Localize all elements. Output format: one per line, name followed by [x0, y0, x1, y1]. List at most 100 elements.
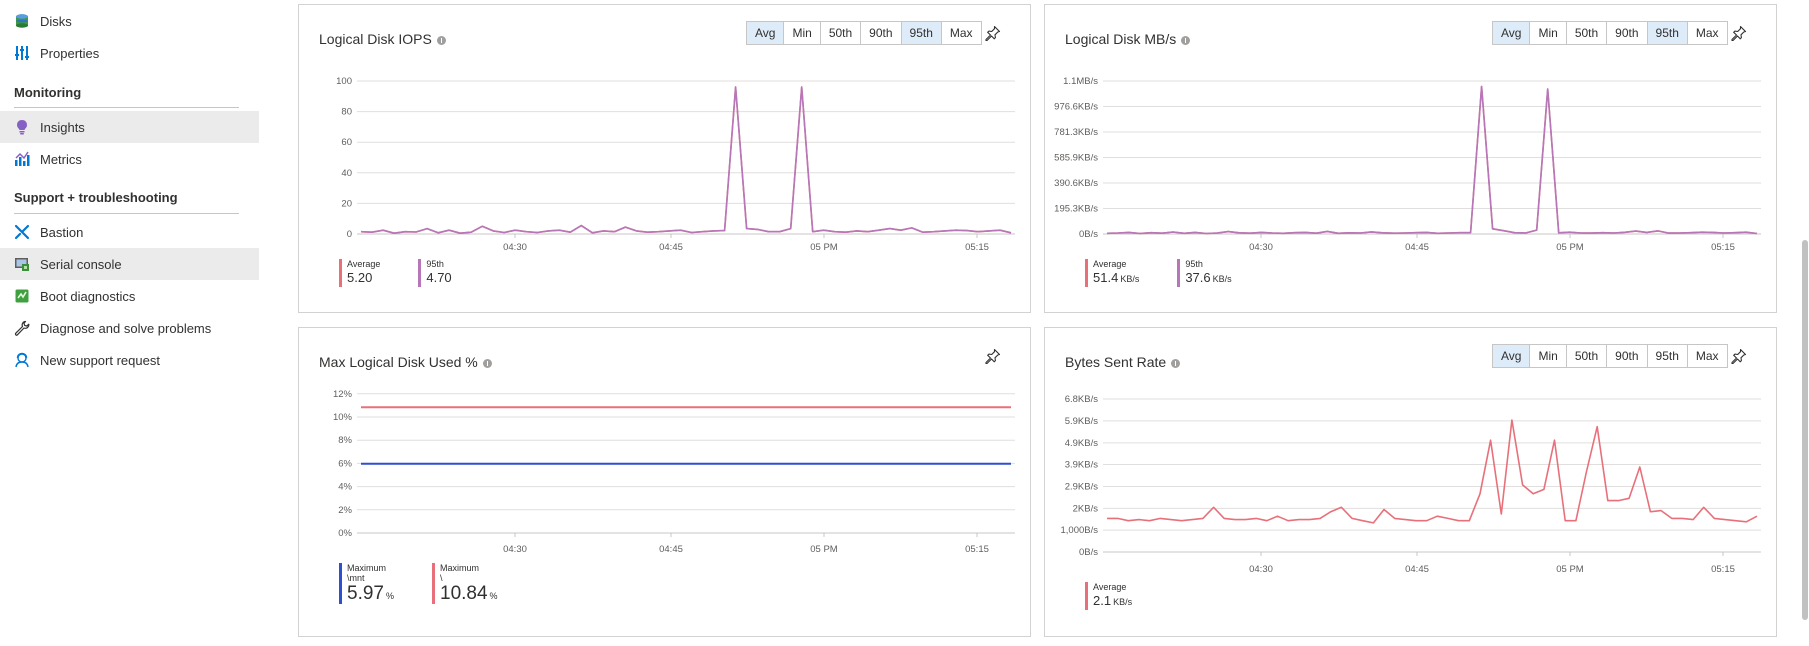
resource-menu-sidebar: Disks Properties Monitoring Insights Met… — [0, 0, 260, 646]
sidebar-item-properties[interactable]: Properties — [0, 37, 259, 69]
bastion-icon — [14, 224, 30, 240]
series-line-95th[interactable] — [1106, 85, 1758, 235]
sidebar-item-label: Diagnose and solve problems — [40, 320, 212, 336]
chart-legend: Average 5.20 95th 4.70 — [339, 259, 490, 287]
panel-logical-disk-iops: Logical Disk IOPS Avg Min 50th 90th 95th Max … — [298, 4, 1031, 313]
sidebar-item-diagnose-and-solve[interactable]: Diagnose and solve problems — [0, 312, 259, 344]
y-tick-label: 2% — [338, 505, 352, 516]
y-tick-label: 1.1MB/s — [1063, 76, 1098, 87]
legend-series-name: 95th — [1185, 259, 1203, 269]
sidebar-item-label: New support request — [40, 352, 160, 368]
y-tick-label: 12% — [333, 389, 353, 400]
y-tick-label: 3.9KB/s — [1065, 460, 1099, 471]
legend-series-instance: \mnt — [347, 573, 365, 583]
x-tick-label: 04:45 — [1405, 242, 1429, 253]
series-line-average[interactable] — [360, 86, 1012, 234]
legend-value: 5.97 — [347, 583, 384, 604]
legend-unit: KB/s — [1120, 274, 1140, 284]
legend-item[interactable]: Maximum \ 10.84% — [432, 563, 498, 604]
y-tick-label: 2KB/s — [1073, 503, 1099, 514]
y-tick-label: 5.9KB/s — [1065, 416, 1099, 427]
sidebar-item-label: Disks — [40, 13, 72, 29]
legend-series-name: Average — [1093, 259, 1127, 269]
legend-series-instance: \ — [440, 573, 443, 583]
legend-item[interactable]: Maximum \mnt 5.97% — [339, 563, 394, 604]
y-tick-label: 390.6KB/s — [1054, 178, 1098, 189]
legend-color-swatch — [339, 259, 342, 287]
chart-legend: Average 2.1 KB/s — [1085, 582, 1170, 610]
x-tick-label: 05 PM — [1556, 242, 1584, 253]
insights-icon — [14, 119, 30, 135]
sidebar-item-label: Serial console — [40, 256, 122, 272]
series-line-average[interactable] — [1106, 85, 1758, 235]
legend-color-swatch — [1177, 259, 1181, 287]
sidebar-item-new-support-request[interactable]: New support request — [0, 344, 259, 376]
series-line-average[interactable] — [1107, 419, 1758, 524]
scrollbar-thumb[interactable] — [1802, 240, 1808, 620]
monitoring-section-header: Monitoring — [14, 85, 82, 100]
sidebar-item-bastion[interactable]: Bastion — [0, 216, 259, 248]
x-tick-label: 04:45 — [659, 544, 683, 555]
wrench-icon — [14, 320, 30, 336]
y-tick-label: 585.9KB/s — [1054, 153, 1098, 164]
panel-logical-disk-mbs: Logical Disk MB/s Avg Min 50th 90th 95th Max … — [1044, 4, 1777, 313]
sidebar-item-insights[interactable]: Insights — [0, 111, 259, 143]
y-tick-label: 781.3KB/s — [1054, 127, 1098, 138]
legend-unit: % — [489, 591, 498, 601]
y-tick-label: 4.9KB/s — [1065, 438, 1099, 449]
sidebar-item-label: Properties — [40, 45, 100, 61]
properties-icon — [14, 45, 30, 61]
sidebar-item-label: Metrics — [40, 151, 82, 167]
x-tick-label: 05 PM — [810, 544, 838, 555]
x-tick-label: 04:30 — [503, 544, 527, 555]
legend-color-swatch — [339, 563, 342, 604]
section-divider — [14, 213, 239, 214]
y-tick-label: 1,000B/s — [1061, 525, 1099, 536]
y-tick-label: 0B/s — [1079, 229, 1098, 240]
legend-item[interactable]: Average 2.1 KB/s — [1085, 582, 1132, 610]
y-tick-label: 6.8KB/s — [1065, 394, 1099, 405]
y-tick-label: 6% — [338, 458, 352, 469]
series-line-95th[interactable] — [360, 86, 1012, 234]
sidebar-item-label: Boot diagnostics — [40, 288, 136, 304]
sidebar-item-serial-console[interactable]: Serial console — [0, 248, 259, 280]
panel-max-logical-disk-used: Max Logical Disk Used % 0% 2% 4% 6% 8% 10% 12%… — [298, 327, 1031, 637]
support-request-icon — [14, 352, 30, 368]
x-tick-label: 04:30 — [503, 242, 527, 253]
legend-value: 2.1 — [1093, 593, 1112, 608]
legend-item[interactable]: Average 5.20 — [339, 259, 380, 287]
chart-legend: Maximum \mnt 5.97% Maximum \ 10.84% — [339, 563, 536, 604]
y-tick-label: 4% — [338, 482, 352, 493]
legend-item[interactable]: 95th 37.6 KB/s — [1177, 259, 1232, 287]
legend-series-name: Average — [347, 259, 381, 269]
sidebar-item-boot-diagnostics[interactable]: Boot diagnostics — [0, 280, 259, 312]
metrics-icon — [14, 151, 30, 167]
sidebar-item-label: Bastion — [40, 224, 84, 240]
legend-value: 4.70 — [426, 270, 452, 285]
legend-color-swatch — [1085, 582, 1088, 610]
x-tick-label: 04:30 — [1249, 242, 1273, 253]
legend-series-name: Average — [1093, 582, 1127, 592]
y-tick-label: 0B/s — [1079, 547, 1098, 558]
legend-item[interactable]: 95th 4.70 — [418, 259, 452, 287]
section-divider — [14, 107, 239, 108]
x-tick-label: 05 PM — [810, 242, 838, 253]
x-tick-label: 05:15 — [965, 544, 989, 555]
y-tick-label: 0% — [338, 528, 352, 539]
y-tick-label: 100 — [336, 76, 352, 87]
legend-series-name: Maximum — [440, 563, 480, 573]
disks-icon — [14, 13, 30, 29]
x-tick-label: 04:45 — [1405, 564, 1429, 575]
y-tick-label: 10% — [333, 412, 353, 423]
sidebar-item-disks[interactable]: Disks — [0, 5, 259, 37]
legend-series-name: 95th — [426, 259, 444, 269]
x-tick-label: 05:15 — [1711, 242, 1735, 253]
legend-unit: KB/s — [1212, 274, 1232, 284]
x-tick-label: 05:15 — [965, 242, 989, 253]
panel-bytes-sent-rate: Bytes Sent Rate Avg Min 50th 90th 95th Max 0B… — [1044, 327, 1777, 637]
y-tick-label: 60 — [341, 137, 352, 148]
legend-color-swatch — [1085, 259, 1088, 287]
sidebar-item-metrics[interactable]: Metrics — [0, 143, 259, 175]
legend-item[interactable]: Average 51.4 KB/s — [1085, 259, 1139, 287]
chart-legend: Average 51.4 KB/s 95th 37.6 KB/s — [1085, 259, 1270, 287]
